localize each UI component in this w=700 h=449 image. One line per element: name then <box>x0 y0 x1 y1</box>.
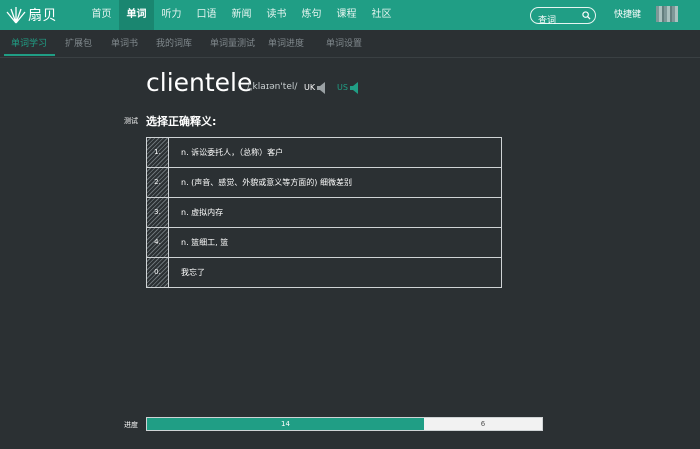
nav-item-reading[interactable]: 读书 <box>259 0 294 30</box>
option-text: n. 篮细工, 篮 <box>181 238 229 247</box>
brand-name: 扇贝 <box>28 8 57 24</box>
nav-item-listening[interactable]: 听力 <box>154 0 189 30</box>
subnav-item-my-vocabulary[interactable]: 我的词库 <box>156 30 192 58</box>
subnav-item-extension-pack[interactable]: 扩展包 <box>65 30 92 58</box>
sub-nav: 单词学习 扩展包 单词书 我的词库 单词量测试 单词进度 单词设置 <box>0 30 700 58</box>
option-text: n. (声音、感觉、外貌或意义等方面的) 细微差别 <box>181 178 352 187</box>
option-number: 0. <box>147 258 169 287</box>
option-3[interactable]: 3. n. 虚拟内存 <box>146 197 502 228</box>
nav-item-home[interactable]: 首页 <box>84 0 119 30</box>
answer-options: 1. n. 诉讼委托人，（总称）客户 2. n. (声音、感觉、外貌或意义等方面… <box>146 137 502 288</box>
progress-bar: 14 6 <box>146 417 543 431</box>
nav-item-community[interactable]: 社区 <box>364 0 399 30</box>
us-label: US <box>337 83 348 92</box>
progress-done-count: 14 <box>281 420 290 428</box>
nav-item-sentences[interactable]: 炼句 <box>294 0 329 30</box>
option-text: n. 诉讼委托人，（总称）客户 <box>181 148 284 157</box>
option-forgot[interactable]: 0. 我忘了 <box>146 257 502 288</box>
avatar[interactable] <box>656 6 678 22</box>
option-4[interactable]: 4. n. 篮细工, 篮 <box>146 227 502 258</box>
us-speaker-icon[interactable] <box>350 82 360 94</box>
top-nav-bar: 扇贝 首页 单词 听力 口语 新闻 读书 炼句 课程 社区 快捷键 <box>0 0 700 30</box>
nav-item-courses[interactable]: 课程 <box>329 0 364 30</box>
option-number: 2. <box>147 168 169 197</box>
progress-remaining-count: 6 <box>480 420 486 428</box>
shell-logo-icon <box>6 7 26 24</box>
search-input[interactable] <box>538 13 584 29</box>
uk-speaker-icon[interactable] <box>317 82 327 94</box>
subnav-item-word-book[interactable]: 单词书 <box>111 30 138 58</box>
logo[interactable]: 扇贝 <box>6 4 57 26</box>
option-number: 4. <box>147 228 169 257</box>
active-tab-underline <box>4 54 55 56</box>
option-text: n. 虚拟内存 <box>181 208 224 217</box>
option-number: 3. <box>147 198 169 227</box>
subnav-item-word-settings[interactable]: 单词设置 <box>326 30 362 58</box>
option-number: 1. <box>147 138 169 167</box>
uk-label: UK <box>304 83 316 92</box>
option-1[interactable]: 1. n. 诉讼委托人，（总称）客户 <box>146 137 502 168</box>
word-text: clientele <box>146 68 253 97</box>
subnav-item-vocab-test[interactable]: 单词量测试 <box>210 30 255 58</box>
option-2[interactable]: 2. n. (声音、感觉、外貌或意义等方面的) 细微差别 <box>146 167 502 198</box>
nav-item-news[interactable]: 新闻 <box>224 0 259 30</box>
progress-label: 进度 <box>124 421 138 429</box>
phonetic: /ˌklaɪən'tel/ <box>247 82 298 92</box>
shortcut-link[interactable]: 快捷键 <box>614 0 641 30</box>
subnav-item-word-progress[interactable]: 单词进度 <box>268 30 304 58</box>
test-label: 测试 <box>124 117 138 125</box>
search-box <box>530 7 596 29</box>
nav-item-speaking[interactable]: 口语 <box>189 0 224 30</box>
option-text: 我忘了 <box>181 268 205 277</box>
search-icon[interactable] <box>582 11 591 20</box>
nav-item-words[interactable]: 单词 <box>119 0 154 30</box>
test-prompt: 选择正确释义: <box>146 115 217 128</box>
main-nav: 首页 单词 听力 口语 新闻 读书 炼句 课程 社区 <box>84 0 399 30</box>
